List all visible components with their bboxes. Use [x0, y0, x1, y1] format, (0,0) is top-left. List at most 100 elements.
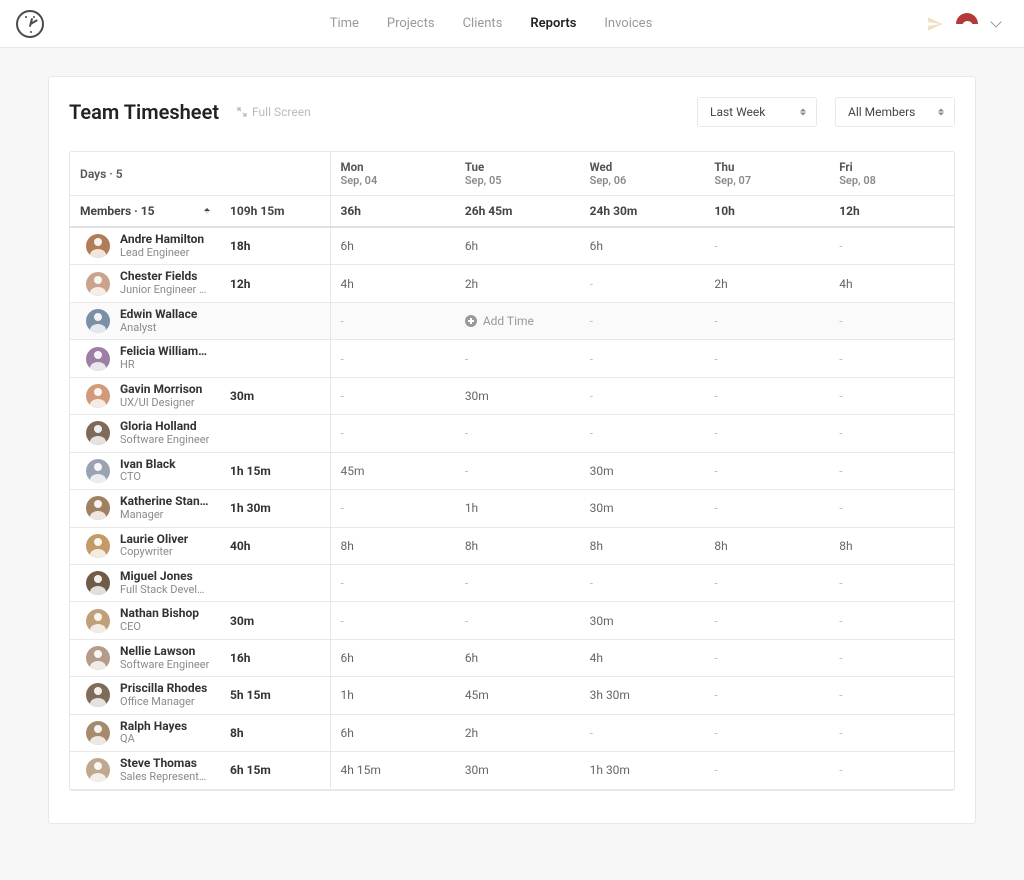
time-cell[interactable]: - [580, 377, 705, 414]
time-cell[interactable]: - [704, 452, 829, 489]
time-cell[interactable]: - [829, 752, 954, 789]
time-cell[interactable]: 8h [704, 527, 829, 564]
full-screen-button[interactable]: Full Screen [237, 105, 311, 119]
time-cell[interactable]: 6h [330, 227, 455, 265]
member-cell[interactable]: Ivan BlackCTO [70, 452, 220, 489]
time-cell[interactable]: - [704, 377, 829, 414]
nav-link-projects[interactable]: Projects [387, 16, 435, 31]
time-cell[interactable]: - [580, 714, 705, 751]
time-cell[interactable]: - [455, 415, 580, 452]
time-cell[interactable]: - [330, 602, 455, 639]
member-cell[interactable]: Edwin WallaceAnalyst [70, 302, 220, 339]
time-cell[interactable]: - [704, 714, 829, 751]
time-cell[interactable]: - [704, 602, 829, 639]
time-cell[interactable]: - [704, 227, 829, 265]
time-cell[interactable]: 6h [455, 639, 580, 676]
add-time-cell[interactable]: Add Time [455, 302, 580, 339]
members-select[interactable]: All Members [835, 97, 955, 127]
time-cell[interactable]: - [829, 639, 954, 676]
time-cell[interactable]: - [704, 490, 829, 527]
time-cell[interactable]: 6h [580, 227, 705, 265]
member-cell[interactable]: Felicia WilliamsonHR [70, 340, 220, 377]
time-cell[interactable]: 3h 30m [580, 677, 705, 714]
time-cell[interactable]: 45m [330, 452, 455, 489]
time-cell[interactable]: 6h [330, 639, 455, 676]
member-cell[interactable]: Gloria HollandSoftware Engineer [70, 415, 220, 452]
time-cell[interactable]: - [330, 377, 455, 414]
time-cell[interactable]: - [330, 302, 455, 339]
member-cell[interactable]: Priscilla RhodesOffice Manager [70, 677, 220, 714]
time-cell[interactable]: 4h [580, 639, 705, 676]
app-logo[interactable] [16, 10, 44, 38]
chevron-down-icon[interactable] [990, 16, 1001, 27]
time-cell[interactable]: - [704, 752, 829, 789]
time-cell[interactable]: - [580, 340, 705, 377]
nav-link-clients[interactable]: Clients [463, 16, 503, 31]
member-cell[interactable]: Steve ThomasSales Representati… [70, 752, 220, 789]
time-cell[interactable]: - [829, 415, 954, 452]
time-cell[interactable]: - [455, 564, 580, 601]
time-cell[interactable]: - [580, 564, 705, 601]
time-cell[interactable]: 4h [330, 265, 455, 302]
time-cell[interactable]: - [829, 302, 954, 339]
member-cell[interactable]: Gavin MorrisonUX/UI Designer [70, 377, 220, 414]
time-cell[interactable]: - [829, 340, 954, 377]
time-cell[interactable]: - [829, 677, 954, 714]
time-cell[interactable]: - [829, 490, 954, 527]
time-cell[interactable]: 30m [455, 752, 580, 789]
time-cell[interactable]: - [580, 415, 705, 452]
time-cell[interactable]: - [829, 377, 954, 414]
time-cell[interactable]: - [330, 415, 455, 452]
members-count-label[interactable]: Members · 15 [70, 196, 220, 228]
time-cell[interactable]: 1h 30m [580, 752, 705, 789]
time-cell[interactable]: - [455, 602, 580, 639]
time-cell[interactable]: - [829, 452, 954, 489]
time-cell[interactable]: 2h [455, 265, 580, 302]
time-cell[interactable]: 1h [330, 677, 455, 714]
time-cell[interactable]: - [704, 415, 829, 452]
time-cell[interactable]: - [704, 639, 829, 676]
time-cell[interactable]: 2h [704, 265, 829, 302]
time-cell[interactable]: - [330, 490, 455, 527]
time-cell[interactable]: 2h [455, 714, 580, 751]
time-cell[interactable]: - [330, 340, 455, 377]
time-cell[interactable]: 4h [829, 265, 954, 302]
member-cell[interactable]: Miguel JonesFull Stack Develo… [70, 564, 220, 601]
member-cell[interactable]: Laurie OliverCopywriter [70, 527, 220, 564]
nav-link-time[interactable]: Time [330, 16, 359, 31]
time-cell[interactable]: 30m [580, 490, 705, 527]
time-cell[interactable]: 4h 15m [330, 752, 455, 789]
sort-icon[interactable] [204, 208, 210, 214]
time-cell[interactable]: 8h [455, 527, 580, 564]
member-cell[interactable]: Ralph HayesQA [70, 714, 220, 751]
member-cell[interactable]: Nellie LawsonSoftware Engineer [70, 639, 220, 676]
time-cell[interactable]: 30m [580, 602, 705, 639]
time-cell[interactable]: 45m [455, 677, 580, 714]
member-cell[interactable]: Chester FieldsJunior Engineer / I… [70, 265, 220, 302]
notifications-icon[interactable] [926, 16, 942, 32]
time-cell[interactable]: 8h [829, 527, 954, 564]
time-cell[interactable]: - [580, 302, 705, 339]
time-cell[interactable]: - [580, 265, 705, 302]
time-cell[interactable]: - [829, 714, 954, 751]
time-cell[interactable]: - [330, 564, 455, 601]
time-cell[interactable]: 6h [330, 714, 455, 751]
time-cell[interactable]: 8h [580, 527, 705, 564]
time-cell[interactable]: 30m [455, 377, 580, 414]
time-cell[interactable]: 1h [455, 490, 580, 527]
time-cell[interactable]: - [829, 602, 954, 639]
time-cell[interactable]: 6h [455, 227, 580, 265]
member-cell[interactable]: Katherine StanleyManager [70, 490, 220, 527]
period-select[interactable]: Last Week [697, 97, 817, 127]
time-cell[interactable]: - [704, 302, 829, 339]
time-cell[interactable]: - [829, 564, 954, 601]
nav-link-invoices[interactable]: Invoices [604, 16, 652, 31]
time-cell[interactable]: 30m [580, 452, 705, 489]
time-cell[interactable]: - [704, 340, 829, 377]
time-cell[interactable]: - [455, 452, 580, 489]
add-time-button[interactable]: Add Time [465, 314, 570, 328]
user-avatar[interactable] [956, 13, 978, 35]
member-cell[interactable]: Nathan BishopCEO [70, 602, 220, 639]
time-cell[interactable]: - [704, 677, 829, 714]
time-cell[interactable]: - [704, 564, 829, 601]
